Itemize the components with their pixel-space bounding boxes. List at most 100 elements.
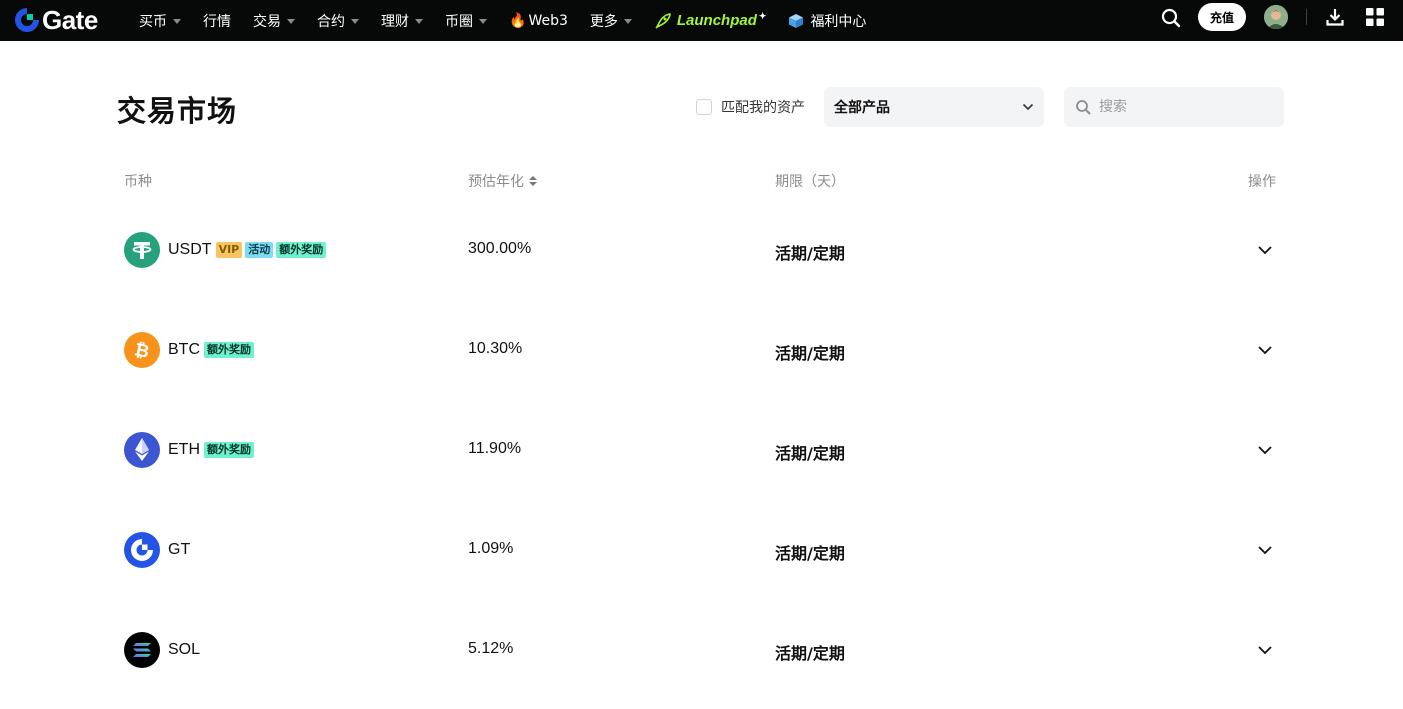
gate-logo[interactable]: Gate	[14, 5, 98, 35]
sol-icon	[124, 632, 160, 668]
chevron-down-icon[interactable]	[1255, 340, 1275, 360]
nav-item-more[interactable]: 更多	[590, 11, 632, 31]
usdt-icon	[124, 232, 160, 268]
column-header-label: 期限（天）	[775, 174, 845, 190]
coin-name: SOL	[168, 641, 201, 658]
svg-text:₿: ₿	[132, 339, 151, 363]
match-my-assets-checkbox[interactable]	[696, 99, 712, 115]
product-filter-value: 全部产品	[834, 100, 890, 116]
sparkle-icon: ✦	[758, 11, 767, 21]
term-value: 活期/定期	[775, 344, 845, 363]
search-input[interactable]	[1099, 99, 1269, 115]
extra-reward-badge: 额外奖励	[204, 442, 254, 458]
gt-icon	[124, 532, 160, 568]
deposit-button[interactable]: 充值	[1198, 3, 1246, 31]
caret-down-icon	[415, 18, 423, 24]
chevron-down-icon[interactable]	[1255, 440, 1275, 460]
column-header-label: 预估年化	[468, 174, 524, 190]
nav-item-label: Web3	[528, 12, 568, 29]
caret-down-icon	[351, 18, 359, 24]
user-avatar-icon	[1264, 5, 1288, 29]
term-value: 活期/定期	[775, 544, 845, 563]
search-icon	[1076, 100, 1091, 115]
nav-item-trade[interactable]: 交易	[253, 11, 295, 31]
coin-cell: ETH 额外奖励	[124, 432, 257, 468]
coin-cell: ₿ BTC 额外奖励	[124, 332, 257, 368]
activity-badge: 活动	[245, 242, 274, 258]
extra-reward-badge: 额外奖励	[204, 342, 254, 358]
nav-item-label: 行情	[203, 13, 231, 30]
nav-item-earn[interactable]: 理财	[381, 11, 423, 31]
table-row[interactable]: GT 1.09% 活期/定期	[117, 500, 1284, 600]
nav-item-web3[interactable]: 🔥 Web3	[509, 13, 568, 29]
chevron-down-icon[interactable]	[1255, 640, 1275, 660]
nav-item-futures[interactable]: 合约	[317, 11, 359, 31]
coin-name: BTC	[168, 341, 200, 358]
apr-value: 10.30%	[468, 340, 523, 357]
apr-value: 1.09%	[468, 540, 514, 557]
table-row[interactable]: ₿ BTC 额外奖励 10.30% 活期/定期	[117, 300, 1284, 400]
coin-cell: GT	[124, 532, 194, 568]
column-header-coin: 币种	[124, 171, 152, 191]
caret-down-icon	[287, 18, 295, 24]
nav-item-welfare-center[interactable]: 福利中心	[788, 11, 866, 31]
nav-item-label: 更多	[589, 13, 618, 30]
nav-item-launchpad[interactable]: Launchpad ✦	[654, 11, 767, 30]
table-row[interactable]: USDT VIP 活动 额外奖励 300.00% 活期/定期	[117, 200, 1284, 300]
launchpad-label: Launchpad	[676, 12, 757, 29]
btc-icon: ₿	[124, 332, 160, 368]
nav-item-buy-crypto[interactable]: 买币	[139, 11, 181, 31]
caret-down-icon	[623, 18, 632, 24]
nav-item-community[interactable]: 币圈	[445, 11, 487, 31]
logo-text: Gate	[42, 4, 98, 35]
sort-icon[interactable]	[529, 176, 537, 186]
search-icon[interactable]	[1160, 7, 1182, 29]
product-filter-select[interactable]: 全部产品	[824, 87, 1044, 127]
match-my-assets-toggle[interactable]: 匹配我的资产	[696, 97, 805, 117]
caret-down-icon	[173, 18, 181, 24]
nav-item-label: 合约	[317, 13, 345, 30]
chevron-down-icon[interactable]	[1255, 540, 1275, 560]
extra-reward-badge: 额外奖励	[276, 242, 327, 258]
table-row[interactable]: ETH 额外奖励 11.90% 活期/定期	[117, 400, 1284, 500]
top-nav: Gate 买币 行情 交易 合约 理财 币圈 🔥 Web3 更多 Launchp…	[0, 0, 1403, 41]
eth-icon	[124, 432, 160, 468]
nav-item-label: 买币	[139, 13, 167, 30]
match-my-assets-label: 匹配我的资产	[721, 100, 805, 116]
column-header-action: 操作	[1248, 171, 1276, 191]
nav-item-label: 理财	[381, 13, 409, 30]
coin-cell: SOL	[124, 632, 204, 668]
caret-down-icon	[479, 18, 487, 24]
coin-name: ETH	[168, 441, 200, 458]
chevron-down-icon	[1022, 103, 1034, 111]
avatar[interactable]	[1264, 5, 1288, 29]
apr-value: 5.12%	[468, 640, 514, 657]
column-header-term: 期限（天）	[775, 171, 845, 191]
table-row[interactable]: SOL 5.12% 活期/定期	[117, 600, 1284, 700]
apps-grid-icon[interactable]	[1366, 8, 1384, 26]
fire-icon: 🔥	[509, 12, 527, 29]
nav-menu: 买币 行情 交易 合约 理财 币圈 🔥 Web3 更多 Launchpad ✦ …	[139, 0, 888, 41]
apr-value: 300.00%	[468, 240, 532, 257]
nav-item-markets[interactable]: 行情	[203, 11, 231, 31]
nav-divider	[1306, 9, 1307, 25]
coin-name: GT	[168, 541, 191, 558]
column-header-apr[interactable]: 预估年化	[468, 171, 537, 191]
gift-box-icon	[789, 13, 804, 28]
column-header-label: 操作	[1248, 174, 1276, 190]
coin-cell: USDT VIP 活动 额外奖励	[124, 232, 329, 268]
chevron-down-icon[interactable]	[1255, 240, 1275, 260]
apr-value: 11.90%	[468, 440, 522, 457]
coin-name: USDT	[168, 241, 212, 258]
term-value: 活期/定期	[775, 244, 845, 263]
term-value: 活期/定期	[775, 644, 845, 663]
rocket-icon	[655, 12, 671, 29]
term-value: 活期/定期	[775, 444, 845, 463]
gate-logo-icon	[15, 7, 40, 32]
download-icon[interactable]	[1325, 7, 1345, 27]
nav-item-label: 交易	[253, 13, 281, 30]
page-title: 交易市场	[117, 94, 238, 128]
welfare-label: 福利中心	[810, 13, 867, 30]
nav-item-label: 币圈	[445, 13, 473, 30]
search-field[interactable]	[1064, 87, 1284, 127]
